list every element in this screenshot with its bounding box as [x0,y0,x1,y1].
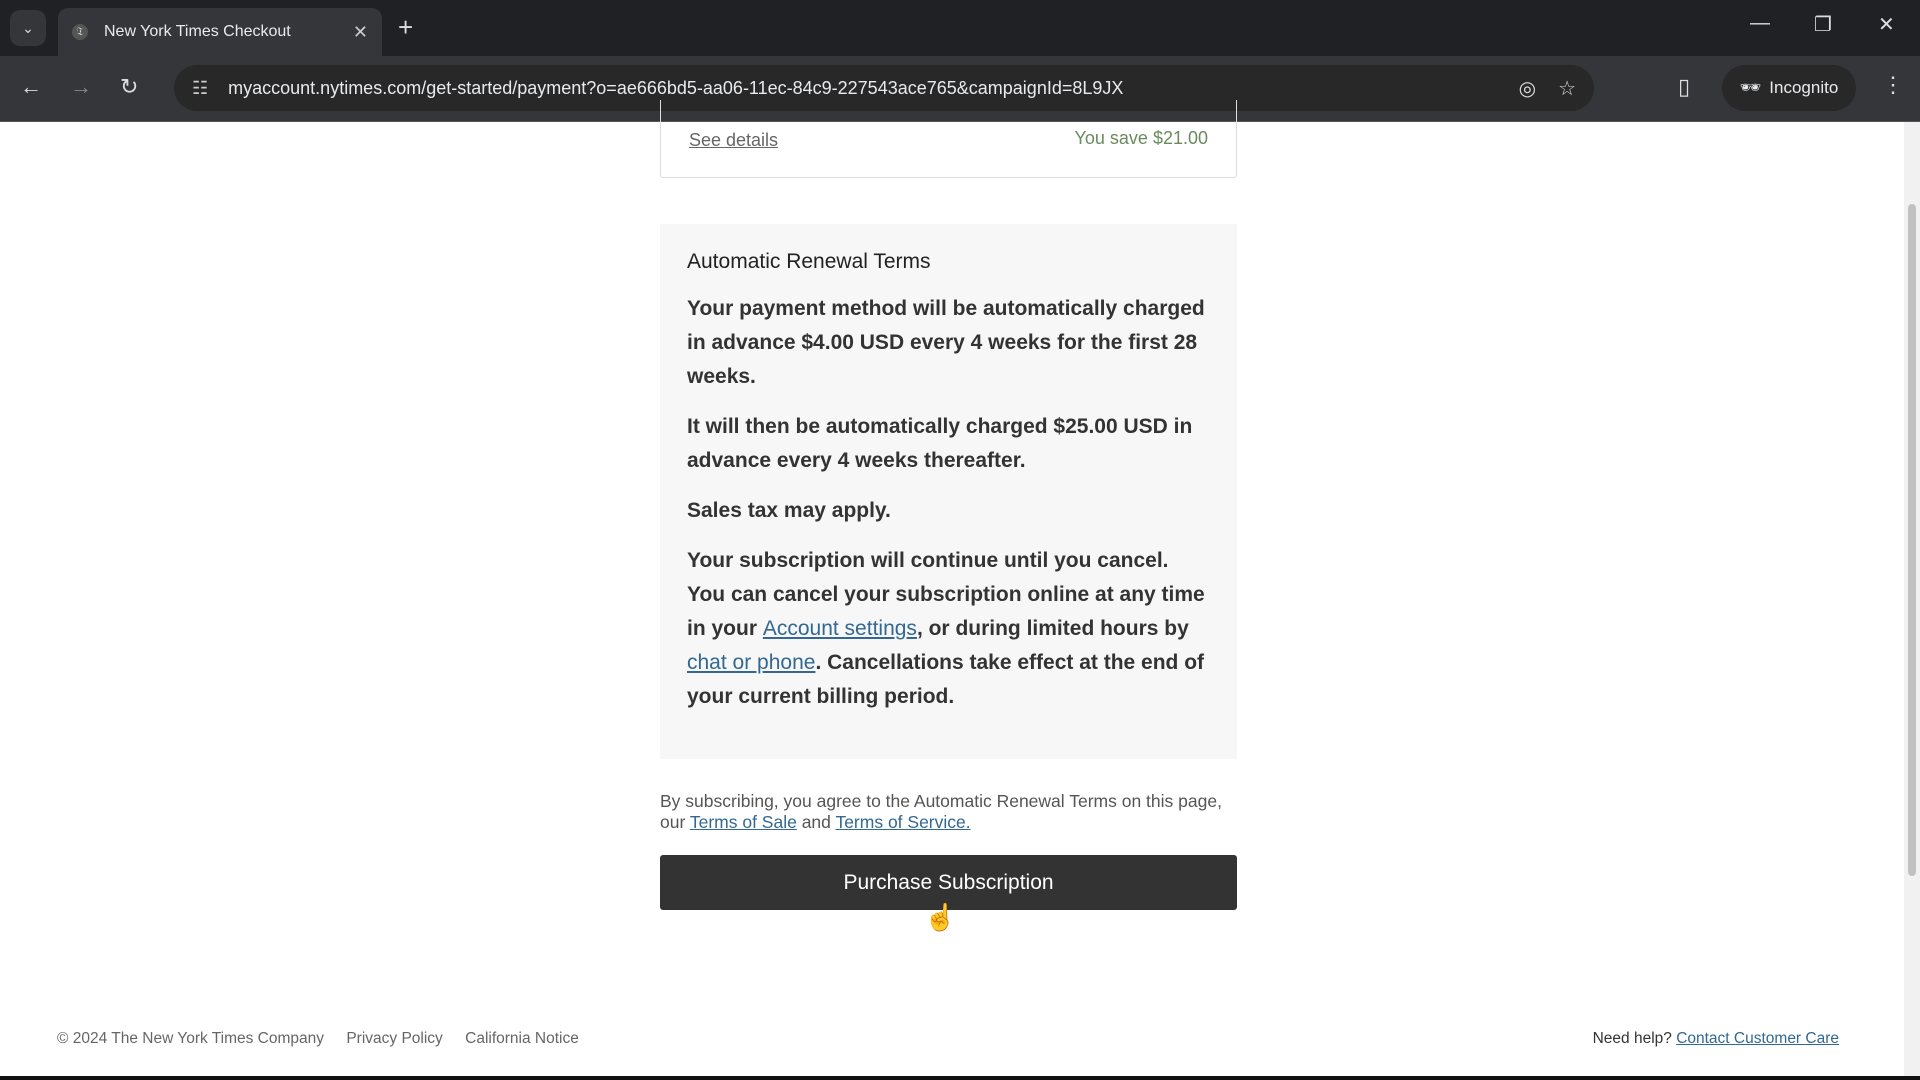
footer-help: Need help? Contact Customer Care [1593,1030,1839,1048]
subscription-disclaimer: By subscribing, you agree to the Automat… [660,791,1237,833]
close-tab-icon[interactable]: ✕ [353,22,368,43]
chat-or-phone-link[interactable]: chat or phone [687,651,815,674]
see-details-link[interactable]: See details [689,130,778,151]
text: , or during limited hours by [916,617,1189,640]
terms-paragraph: Your payment method will be automaticall… [687,297,1205,388]
incognito-indicator[interactable]: 🕶 Incognito [1722,65,1856,111]
minimize-icon[interactable]: — [1750,12,1770,35]
terms-paragraph: Sales tax may apply. [687,499,891,522]
tracking-eye-off-icon[interactable]: ◎ [1519,76,1536,101]
hand-cursor-icon: ☝ [924,902,957,932]
incognito-label: Incognito [1769,78,1839,97]
text: and [796,812,836,832]
renewal-terms-box: Automatic Renewal Terms Your payment met… [660,224,1237,759]
california-notice-link[interactable]: California Notice [465,1030,579,1047]
url-text: myaccount.nytimes.com/get-started/paymen… [228,77,1124,98]
back-icon[interactable]: ← [20,74,42,100]
tab-search-button[interactable]: ⌄ [10,10,46,46]
new-tab-button[interactable]: + [398,12,413,43]
scrollbar-thumb[interactable] [1908,204,1916,876]
nyt-favicon-icon: 𝔗 [72,24,88,40]
privacy-policy-link[interactable]: Privacy Policy [346,1030,442,1047]
bookmark-star-icon[interactable]: ☆ [1558,76,1576,101]
browser-menu-icon[interactable]: ⋮ [1882,72,1904,98]
terms-title: Automatic Renewal Terms [687,250,931,273]
need-help-text: Need help? [1592,1030,1677,1047]
incognito-icon: 🕶 [1739,78,1762,97]
footer-left: © 2024 The New York Times Company Privac… [57,1030,597,1048]
copyright: © 2024 The New York Times Company [57,1030,325,1047]
order-summary-card: See details You save $21.00 [660,100,1237,178]
terms-paragraph: It will then be automatically charged $2… [687,415,1193,472]
savings-text: You save $21.00 [1074,128,1208,148]
restore-icon[interactable]: ❐ [1814,12,1832,37]
terms-of-sale-link[interactable]: Terms of Sale [690,812,797,832]
browser-tab[interactable]: 𝔗 New York Times Checkout ✕ [58,8,382,56]
tab-title: New York Times Checkout [104,23,291,40]
scrollbar[interactable] [1904,122,1920,1076]
side-panel-icon[interactable]: ▯ [1678,74,1690,100]
contact-customer-care-link[interactable]: Contact Customer Care [1676,1030,1839,1047]
account-settings-link[interactable]: Account settings [763,617,917,640]
bottom-edge [0,1076,1920,1080]
close-window-icon[interactable]: ✕ [1878,12,1895,37]
site-info-icon[interactable]: ☷ [192,78,208,99]
forward-icon[interactable]: → [70,74,92,100]
terms-paragraph: Your subscription will continue until yo… [687,544,1210,714]
reload-icon[interactable]: ↻ [120,74,138,100]
terms-of-service-link[interactable]: Terms of Service. [835,812,970,832]
tab-bar: ⌄ 𝔗 New York Times Checkout ✕ + — ❐ ✕ [0,0,1920,56]
